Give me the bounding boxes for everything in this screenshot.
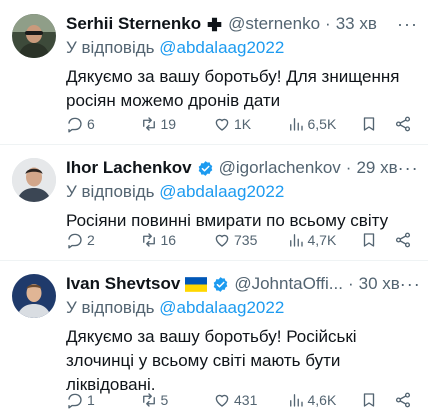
views-chart-icon bbox=[289, 234, 303, 247]
repost-count: 5 bbox=[160, 392, 169, 408]
tweet[interactable]: Ihor Lachenkov @igorlachenkov · 29 хв ··… bbox=[0, 144, 428, 260]
reply-button[interactable]: 6 bbox=[66, 114, 138, 134]
repost-count: 19 bbox=[160, 116, 177, 132]
like-button[interactable]: 431 bbox=[213, 390, 285, 410]
repost-button[interactable]: 16 bbox=[140, 230, 212, 250]
views-chart-icon bbox=[289, 394, 303, 407]
verified-badge-icon bbox=[198, 160, 212, 176]
reply-mention[interactable]: @abdalaag2022 bbox=[159, 38, 284, 57]
action-bar: 2 16 735 4,7K bbox=[66, 230, 412, 250]
repost-icon bbox=[142, 393, 155, 407]
views-count: 4,6K bbox=[307, 392, 337, 408]
bookmark-button[interactable] bbox=[360, 114, 378, 134]
timestamp[interactable]: 29 хв bbox=[356, 156, 397, 180]
tweet-header: Serhii Sternenko @sternenko · 33 хв ··· bbox=[66, 12, 418, 36]
views-count: 6,5K bbox=[307, 116, 337, 132]
reply-prefix: У відповідь bbox=[66, 298, 155, 317]
repost-icon bbox=[142, 117, 155, 131]
tweet[interactable]: Ivan Shevtsov @JohntaOffi... · 30 хв ···… bbox=[0, 260, 428, 420]
share-button[interactable] bbox=[394, 114, 412, 134]
reply-count: 1 bbox=[87, 392, 95, 408]
tweet-text: Дякуємо за вашу боротьбу! Для знищення р… bbox=[66, 67, 400, 110]
author-name[interactable]: Ivan Shevtsov bbox=[66, 272, 180, 296]
author-handle[interactable]: @sternenko bbox=[228, 12, 320, 36]
bookmark-button[interactable] bbox=[360, 390, 378, 410]
avatar[interactable] bbox=[12, 274, 56, 318]
reply-icon bbox=[68, 117, 82, 133]
separator-dot: · bbox=[325, 14, 331, 33]
reply-button[interactable]: 1 bbox=[66, 390, 138, 410]
reply-prefix: У відповідь bbox=[66, 38, 155, 57]
reply-button[interactable]: 2 bbox=[66, 230, 138, 250]
separator-dot: · bbox=[347, 274, 354, 293]
reply-context: У відповідь @abdalaag2022 bbox=[66, 37, 418, 59]
reply-icon bbox=[68, 233, 82, 249]
reply-mention[interactable]: @abdalaag2022 bbox=[159, 182, 284, 201]
more-options-icon[interactable]: ··· bbox=[396, 12, 418, 36]
repost-button[interactable]: 19 bbox=[140, 114, 212, 134]
avatar[interactable] bbox=[12, 158, 56, 202]
separator-dot: · bbox=[345, 158, 352, 177]
timestamp[interactable]: 30 хв bbox=[359, 272, 400, 296]
heart-icon bbox=[215, 234, 229, 247]
views-count: 4,7K bbox=[307, 232, 337, 248]
author-name[interactable]: Ihor Lachenkov bbox=[66, 156, 192, 180]
repost-count: 16 bbox=[160, 232, 177, 248]
more-options-icon[interactable]: ··· bbox=[400, 272, 418, 296]
more-options-icon[interactable]: ··· bbox=[398, 156, 418, 180]
views-button[interactable]: 4,7K bbox=[287, 230, 359, 250]
like-button[interactable]: 1K bbox=[213, 114, 285, 134]
tweet-text: Дякуємо за вашу боротьбу! Російські злоч… bbox=[66, 327, 357, 394]
action-bar: 6 19 1K 6,5K bbox=[66, 114, 412, 134]
bookmark-button[interactable] bbox=[360, 230, 378, 250]
like-button[interactable]: 735 bbox=[213, 230, 285, 250]
like-count: 1K bbox=[234, 116, 252, 132]
bookmark-icon bbox=[363, 393, 375, 407]
ukraine-flag-icon bbox=[185, 276, 208, 292]
reply-context: У відповідь @abdalaag2022 bbox=[66, 297, 418, 319]
share-icon bbox=[395, 232, 411, 248]
views-button[interactable]: 4,6K bbox=[287, 390, 359, 410]
avatar[interactable] bbox=[12, 14, 56, 58]
views-chart-icon bbox=[289, 118, 303, 131]
tweet-header: Ihor Lachenkov @igorlachenkov · 29 хв ··… bbox=[66, 156, 418, 180]
repost-button[interactable]: 5 bbox=[140, 390, 212, 410]
verified-badge-icon bbox=[214, 276, 228, 292]
author-handle[interactable]: @JohntaOffi... bbox=[234, 272, 343, 296]
views-button[interactable]: 6,5K bbox=[287, 114, 359, 134]
share-icon bbox=[395, 116, 411, 132]
heart-icon bbox=[215, 118, 229, 131]
share-button[interactable] bbox=[394, 230, 412, 250]
tweet[interactable]: Serhii Sternenko @sternenko · 33 хв ··· … bbox=[0, 0, 428, 144]
share-button[interactable] bbox=[394, 390, 412, 410]
reply-mention[interactable]: @abdalaag2022 bbox=[159, 298, 284, 317]
bookmark-icon bbox=[363, 117, 375, 131]
timestamp[interactable]: 33 хв bbox=[336, 12, 377, 36]
reply-context: У відповідь @abdalaag2022 bbox=[66, 181, 418, 203]
like-count: 431 bbox=[234, 392, 258, 408]
reply-count: 6 bbox=[87, 116, 95, 132]
author-handle[interactable]: @igorlachenkov bbox=[219, 156, 341, 180]
like-count: 735 bbox=[234, 232, 258, 248]
author-name[interactable]: Serhii Sternenko bbox=[66, 12, 201, 36]
reply-icon bbox=[68, 393, 82, 409]
repost-icon bbox=[142, 233, 155, 247]
bookmark-icon bbox=[363, 233, 375, 247]
action-bar: 1 5 431 4,6K bbox=[66, 390, 412, 410]
cross-badge-icon bbox=[207, 17, 222, 31]
tweet-header: Ivan Shevtsov @JohntaOffi... · 30 хв ··· bbox=[66, 272, 418, 296]
reply-count: 2 bbox=[87, 232, 95, 248]
reply-prefix: У відповідь bbox=[66, 182, 155, 201]
share-icon bbox=[395, 392, 411, 408]
heart-icon bbox=[215, 394, 229, 407]
